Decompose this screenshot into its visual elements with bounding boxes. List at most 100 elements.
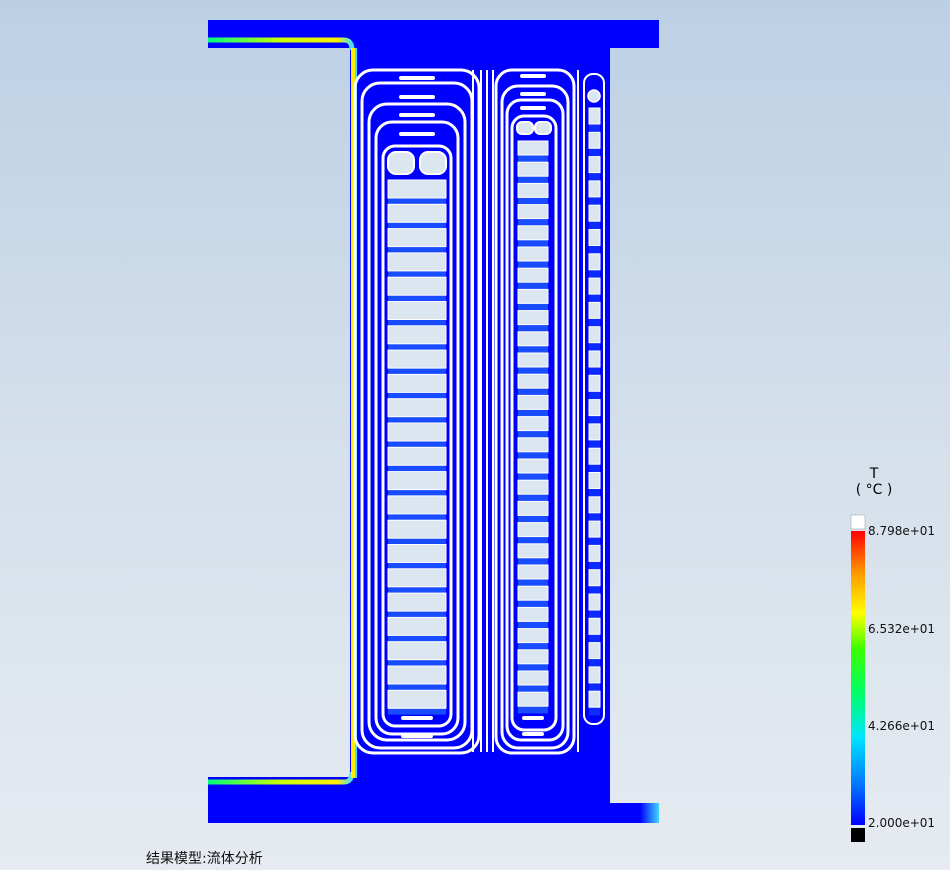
plate-cell-right: [588, 544, 601, 562]
plate-cell-middle-channel: [518, 197, 548, 205]
plate-cell-left: [387, 398, 447, 418]
plate-cell-middle-channel: [518, 261, 548, 269]
plate-cell-middle-channel: [518, 515, 548, 523]
plate-cell-middle: [517, 288, 549, 304]
plate-cell-middle-channel: [518, 239, 548, 247]
plate-cell-middle-channel: [518, 557, 548, 565]
plate-cell-right: [588, 472, 601, 489]
plate-cell-left-channel: [388, 635, 446, 642]
plate-cell-left: [387, 641, 447, 661]
plate-cell-left-channel: [388, 441, 446, 448]
plate-cell-middle: [517, 522, 549, 538]
plate-cell-right-channel: [589, 148, 600, 157]
plate-cell-right: [588, 277, 601, 295]
plate-cell-left: [387, 568, 447, 588]
plate-stack-middle-cells: [517, 140, 549, 714]
plate-cell-right: [588, 423, 601, 441]
plate-cell-left-channel: [388, 198, 446, 205]
plate-cell-left-channel: [388, 684, 446, 691]
plate-cell-right: [588, 253, 601, 271]
legend-quantity: T: [869, 466, 879, 482]
plate-cell-middle: [517, 246, 549, 262]
plate-cell-left-channel: [388, 295, 446, 302]
plate-cell-middle-channel: [518, 218, 548, 226]
plate-cell-left-channel: [388, 416, 446, 423]
plate-cell-middle-channel: [518, 642, 548, 650]
plate-cell-right-channel: [589, 585, 600, 594]
plate-cell-left-channel: [388, 343, 446, 351]
plate-cell-middle: [517, 458, 549, 474]
plate-cell-middle-channel: [518, 600, 548, 608]
plate-cell-right: [588, 690, 601, 708]
plate-cell-left: [387, 325, 447, 345]
plate-cell-middle: [517, 394, 549, 410]
plate-cell-right: [588, 180, 601, 198]
plate-cell-middle: [517, 140, 549, 156]
plate-cell-right-channel: [589, 537, 600, 546]
outlet-glow: [640, 803, 659, 823]
legend-low-label: 4.266e+01: [868, 719, 936, 733]
plate-cell-right-channel: [589, 294, 600, 303]
plate-cell-left: [387, 276, 447, 296]
plate-cell-right-channel: [589, 367, 600, 376]
plate-cell-left: [387, 179, 447, 199]
plate-cell-left-channel: [388, 708, 446, 715]
plate-cell-right: [588, 617, 601, 635]
plate-cell-middle: [517, 543, 549, 559]
plate-cell-middle: [517, 479, 549, 495]
plate-cell-middle: [517, 606, 549, 622]
plate-cell-middle-channel: [518, 663, 548, 671]
plate-cell-left: [387, 689, 447, 709]
legend-unit: ( °C ): [855, 482, 893, 498]
plate-cell-right-channel: [589, 512, 600, 522]
plate-cell-left: [387, 203, 447, 223]
plate-cell-right-channel: [589, 245, 600, 254]
plate-cell-right-channel: [589, 342, 600, 351]
plate-cell-right: [588, 326, 601, 344]
plate-cell-right: [588, 593, 601, 611]
legend-min-label: 2.000e+01: [868, 816, 936, 830]
plate-cell-left: [387, 446, 447, 466]
plate-cell-middle: [517, 585, 549, 601]
plate-cell-middle: [517, 373, 549, 389]
plate-cell-right: [588, 374, 601, 392]
plate-cell-left-channel: [388, 368, 446, 375]
plate-stack-right-port: [587, 89, 601, 103]
plate-cell-left: [387, 373, 447, 393]
plate-cell-right-channel: [589, 124, 600, 133]
plate-cell-right: [588, 350, 601, 368]
plate-cell-middle: [517, 670, 549, 686]
plate-cell-right-channel: [589, 439, 600, 449]
plate-cell-middle: [517, 161, 549, 177]
plate-cell-right-channel: [589, 196, 600, 206]
plate-cell-right-channel: [589, 391, 600, 400]
plate-cell-middle-channel: [518, 451, 548, 459]
plate-cell-right-channel: [589, 221, 600, 230]
plate-stack-right-cells: [588, 107, 601, 716]
plate-cell-right-channel: [589, 658, 600, 667]
plate-cell-left: [387, 519, 447, 539]
plate-cell-left-channel: [388, 586, 446, 594]
plate-cell-middle: [517, 437, 549, 453]
plate-cell-right: [588, 399, 601, 417]
plate-cell-right: [588, 642, 601, 660]
plate-cell-right: [588, 520, 601, 538]
plate-cell-middle: [517, 331, 549, 347]
cfd-viewport[interactable]: [0, 0, 950, 870]
plate-cell-right-channel: [589, 634, 600, 643]
plate-cell-left-channel: [388, 465, 446, 472]
plate-cell-middle: [517, 649, 549, 665]
plate-cell-middle: [517, 352, 549, 368]
plate-cell-left-channel: [388, 513, 446, 521]
plate-cell-middle-channel: [518, 155, 548, 163]
plate-stack-left-cells: [387, 179, 447, 715]
plate-cell-left-channel: [388, 562, 446, 569]
plate-cell-right: [588, 156, 601, 174]
plate-cell-right: [588, 447, 601, 465]
plate-cell-right-channel: [589, 415, 600, 424]
plate-cell-right: [588, 569, 601, 587]
plate-cell-middle: [517, 416, 549, 432]
plate-cell-middle: [517, 267, 549, 283]
plate-cell-left: [387, 592, 447, 612]
plate-cell-left-channel: [388, 270, 446, 278]
